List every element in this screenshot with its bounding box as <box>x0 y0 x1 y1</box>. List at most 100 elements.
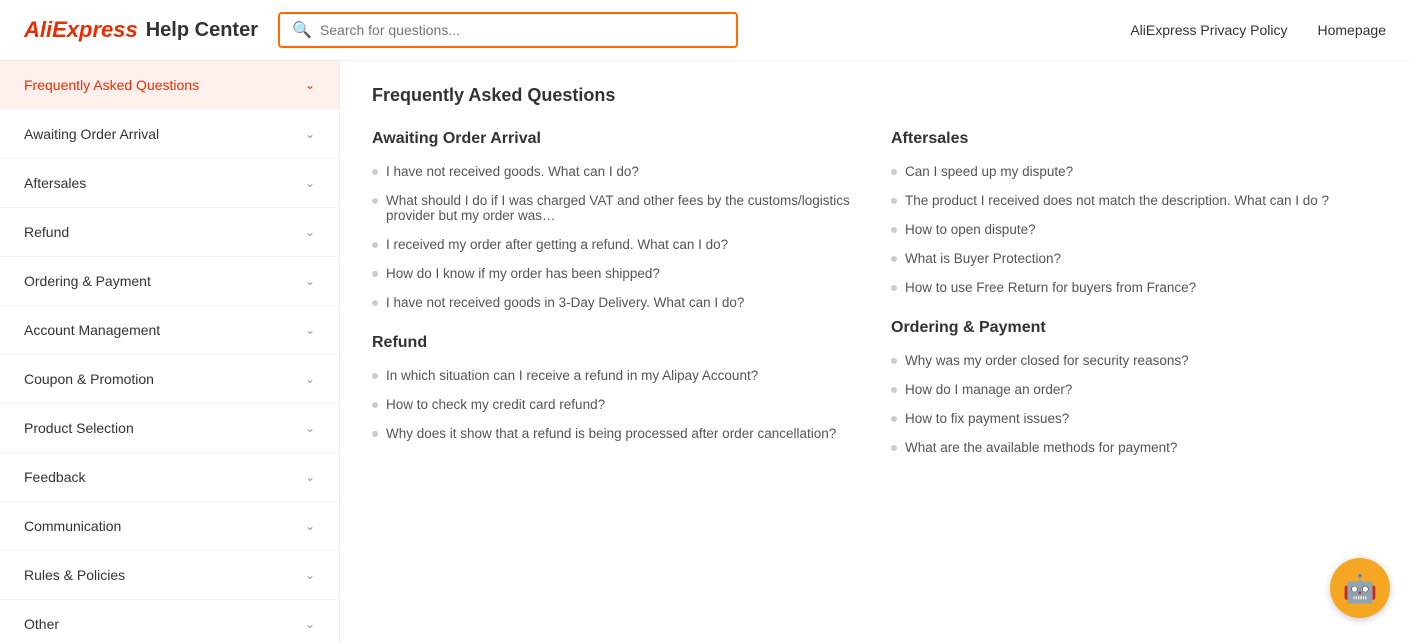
faq-list-item[interactable]: How to check my credit card refund? <box>372 397 859 412</box>
search-bar[interactable]: 🔍 <box>278 12 738 48</box>
faq-list-item[interactable]: What should I do if I was charged VAT an… <box>372 193 859 223</box>
faq-list-item[interactable]: I have not received goods. What can I do… <box>372 164 859 179</box>
sidebar-item-other[interactable]: Other ⌄ <box>0 600 339 642</box>
faq-list-item[interactable]: The product I received does not match th… <box>891 193 1378 208</box>
faq-section-title: Aftersales <box>891 130 1378 148</box>
sidebar-item-feedback[interactable]: Feedback ⌄ <box>0 453 339 502</box>
faq-section-aftersales: Aftersales Can I speed up my dispute? The … <box>891 130 1378 295</box>
sidebar-item-label: Other <box>24 616 59 632</box>
homepage-link[interactable]: Homepage <box>1318 22 1387 38</box>
faq-bullet <box>891 227 897 233</box>
header-links: AliExpress Privacy Policy Homepage <box>1130 22 1386 38</box>
faq-question-text: I received my order after getting a refu… <box>386 237 728 252</box>
sidebar-item-coupon-&-promotion[interactable]: Coupon & Promotion ⌄ <box>0 355 339 404</box>
faq-list: Can I speed up my dispute? The product I … <box>891 164 1378 295</box>
faq-list: In which situation can I receive a refun… <box>372 368 859 441</box>
faq-list-item[interactable]: What is Buyer Protection? <box>891 251 1378 266</box>
logo-help[interactable]: Help Center <box>146 19 258 42</box>
sidebar-item-label: Coupon & Promotion <box>24 371 154 387</box>
sidebar-item-frequently-asked-questions[interactable]: Frequently Asked Questions⌄ <box>0 61 339 110</box>
chevron-down-icon: ⌄ <box>305 225 315 239</box>
chevron-down-icon: ⌄ <box>305 470 315 484</box>
faq-bullet <box>372 300 378 306</box>
faq-list-item[interactable]: How do I manage an order? <box>891 382 1378 397</box>
faq-bullet <box>891 198 897 204</box>
chevron-down-icon: ⌄ <box>305 421 315 435</box>
sidebar-item-aftersales[interactable]: Aftersales⌄ <box>0 159 339 208</box>
faq-question-text: How do I know if my order has been shipp… <box>386 266 660 281</box>
page-title: Frequently Asked Questions <box>372 85 1378 106</box>
chevron-down-icon: ⌄ <box>305 519 315 533</box>
faq-section-awaiting-order-arrival: Awaiting Order Arrival I have not receive… <box>372 130 859 310</box>
main-container: Frequently Asked Questions⌄Awaiting Orde… <box>0 61 1410 642</box>
sidebar-item-label: Refund <box>24 224 69 240</box>
faq-question-text: In which situation can I receive a refun… <box>386 368 758 383</box>
privacy-policy-link[interactable]: AliExpress Privacy Policy <box>1130 22 1287 38</box>
faq-list-item[interactable]: What are the available methods for payme… <box>891 440 1378 455</box>
faq-list: I have not received goods. What can I do… <box>372 164 859 310</box>
faq-section-ordering-payment: Ordering & Payment Why was my order close… <box>891 319 1378 455</box>
sidebar-item-account-management[interactable]: Account Management ⌄ <box>0 306 339 355</box>
sidebar-item-label: Communication <box>24 518 121 534</box>
faq-list-item[interactable]: In which situation can I receive a refun… <box>372 368 859 383</box>
faq-bullet <box>891 387 897 393</box>
faq-question-text: Why was my order closed for security rea… <box>905 353 1189 368</box>
faq-bullet <box>891 358 897 364</box>
faq-left-column: Awaiting Order Arrival I have not receive… <box>372 130 859 479</box>
sidebar-item-label: Rules & Policies <box>24 567 125 583</box>
sidebar-item-label: Awaiting Order Arrival <box>24 126 159 142</box>
faq-bullet <box>891 285 897 291</box>
faq-list-item[interactable]: Why was my order closed for security rea… <box>891 353 1378 368</box>
sidebar-item-product-selection[interactable]: Product Selection ⌄ <box>0 404 339 453</box>
faq-list-item[interactable]: I have not received goods in 3-Day Deliv… <box>372 295 859 310</box>
sidebar-item-refund[interactable]: Refund ⌄ <box>0 208 339 257</box>
faq-question-text: Why does it show that a refund is being … <box>386 426 836 441</box>
logo-aliexpress[interactable]: AliExpress <box>24 17 138 43</box>
chevron-down-icon: ⌄ <box>305 617 315 631</box>
sidebar-item-label: Feedback <box>24 469 85 485</box>
sidebar-item-ordering-&-payment[interactable]: Ordering & Payment⌄ <box>0 257 339 306</box>
faq-list-item[interactable]: Can I speed up my dispute? <box>891 164 1378 179</box>
chevron-down-icon: ⌄ <box>305 274 315 288</box>
faq-question-text: How to check my credit card refund? <box>386 397 605 412</box>
faq-section-title: Ordering & Payment <box>891 319 1378 337</box>
faq-section-title: Refund <box>372 334 859 352</box>
sidebar-item-awaiting-order-arrival[interactable]: Awaiting Order Arrival⌄ <box>0 110 339 159</box>
faq-question-text: How to use Free Return for buyers from F… <box>905 280 1196 295</box>
faq-list-item[interactable]: I received my order after getting a refu… <box>372 237 859 252</box>
chevron-down-icon: ⌄ <box>305 568 315 582</box>
sidebar-item-label: Product Selection <box>24 420 134 436</box>
faq-list-item[interactable]: How do I know if my order has been shipp… <box>372 266 859 281</box>
faq-bullet <box>891 416 897 422</box>
faq-section-title: Awaiting Order Arrival <box>372 130 859 148</box>
faq-list-item[interactable]: How to open dispute? <box>891 222 1378 237</box>
sidebar-item-rules-&-policies[interactable]: Rules & Policies ⌄ <box>0 551 339 600</box>
faq-question-text: The product I received does not match th… <box>905 193 1329 208</box>
chevron-down-icon: ⌄ <box>305 372 315 386</box>
faq-list-item[interactable]: How to fix payment issues? <box>891 411 1378 426</box>
sidebar-item-label: Account Management <box>24 322 160 338</box>
faq-list: Why was my order closed for security rea… <box>891 353 1378 455</box>
faq-bullet <box>372 402 378 408</box>
header: AliExpress Help Center 🔍 AliExpress Priv… <box>0 0 1410 61</box>
chevron-down-icon: ⌄ <box>305 323 315 337</box>
faq-list-item[interactable]: Why does it show that a refund is being … <box>372 426 859 441</box>
robot-chat-icon[interactable]: 🤖 <box>1330 558 1390 618</box>
faq-bullet <box>372 242 378 248</box>
sidebar-item-label: Aftersales <box>24 175 86 191</box>
faq-right-column: Aftersales Can I speed up my dispute? The … <box>891 130 1378 479</box>
faq-section-refund: Refund In which situation can I receive a… <box>372 334 859 441</box>
faq-bullet <box>372 271 378 277</box>
faq-question-text: How do I manage an order? <box>905 382 1072 397</box>
faq-grid: Awaiting Order Arrival I have not receive… <box>372 130 1378 479</box>
sidebar-item-communication[interactable]: Communication ⌄ <box>0 502 339 551</box>
search-input[interactable] <box>320 22 724 38</box>
faq-question-text: I have not received goods in 3-Day Deliv… <box>386 295 744 310</box>
faq-bullet <box>891 445 897 451</box>
faq-bullet <box>891 256 897 262</box>
faq-question-text: How to fix payment issues? <box>905 411 1069 426</box>
faq-question-text: How to open dispute? <box>905 222 1036 237</box>
faq-bullet <box>372 431 378 437</box>
faq-bullet <box>372 373 378 379</box>
faq-list-item[interactable]: How to use Free Return for buyers from F… <box>891 280 1378 295</box>
